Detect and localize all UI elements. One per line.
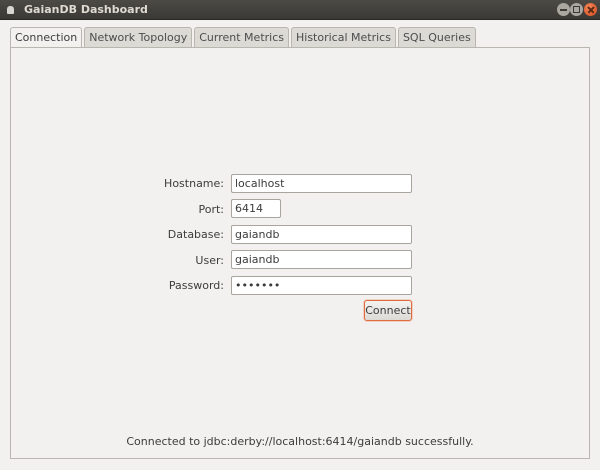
app-icon bbox=[7, 6, 14, 14]
user-input[interactable] bbox=[231, 250, 412, 269]
tab-connection[interactable]: Connection bbox=[10, 27, 83, 49]
password-label: Password: bbox=[168, 279, 224, 292]
connect-button[interactable]: Connect bbox=[364, 300, 412, 321]
hostname-label: Hostname: bbox=[164, 177, 224, 190]
tab-sql-queries[interactable]: SQL Queries bbox=[397, 27, 476, 48]
status-message: Connected to jdbc:derby://localhost:6414… bbox=[126, 435, 474, 448]
tab-current-metrics[interactable]: Current Metrics bbox=[194, 27, 289, 48]
port-label: Port: bbox=[198, 203, 224, 216]
close-icon[interactable] bbox=[584, 3, 597, 16]
app-window: GaianDB Dashboard Connection Network Top… bbox=[0, 0, 600, 470]
tab-historical-metrics[interactable]: Historical Metrics bbox=[291, 27, 396, 48]
password-input[interactable] bbox=[231, 276, 412, 295]
database-label: Database: bbox=[167, 228, 224, 241]
hostname-input[interactable] bbox=[231, 174, 412, 193]
window-title: GaianDB Dashboard bbox=[24, 3, 148, 16]
port-input[interactable] bbox=[231, 199, 281, 218]
user-label: User: bbox=[195, 254, 224, 267]
maximize-icon[interactable] bbox=[570, 3, 583, 16]
tab-network-topology[interactable]: Network Topology bbox=[84, 27, 193, 48]
title-bar[interactable]: GaianDB Dashboard bbox=[0, 0, 600, 20]
tab-bar: Connection Network Topology Current Metr… bbox=[10, 27, 478, 49]
database-input[interactable] bbox=[231, 225, 412, 244]
minimize-icon[interactable] bbox=[557, 3, 570, 16]
